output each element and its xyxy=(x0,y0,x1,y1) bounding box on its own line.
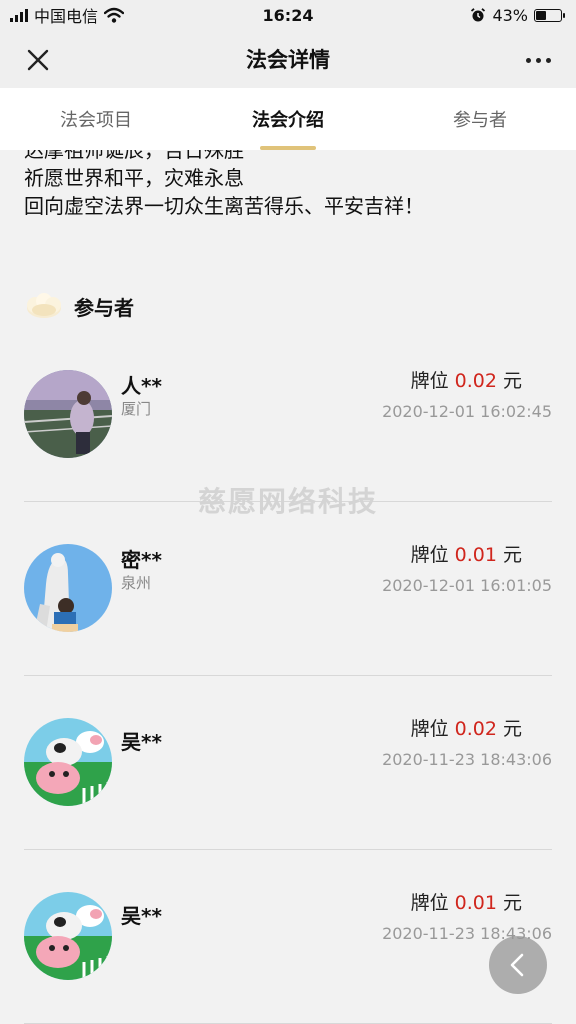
status-bar: 中国电信 16:24 43% xyxy=(0,0,576,30)
participant-time: 2020-12-01 16:01:05 xyxy=(382,576,552,595)
close-icon xyxy=(27,49,49,71)
tab-participants[interactable]: 参与者 xyxy=(384,88,576,150)
avatar xyxy=(24,718,112,806)
intro-text: 达摩祖师诞辰，吉日殊胜 祈愿世界和平，灾难永息 回向虚空法界一切众生离苦得乐、平… xyxy=(24,150,424,220)
participant-city: 厦门 xyxy=(121,400,152,418)
price-amount: 0.02 xyxy=(454,370,497,392)
price-amount: 0.01 xyxy=(454,892,497,914)
participant-name: 密** xyxy=(121,548,162,572)
avatar xyxy=(24,544,112,632)
tab-items[interactable]: 法会项目 xyxy=(0,88,192,150)
nav-bar: 法会详情 xyxy=(0,30,576,88)
content-area[interactable]: 达摩祖师诞辰，吉日殊胜 祈愿世界和平，灾难永息 回向虚空法界一切众生离苦得乐、平… xyxy=(0,150,576,1024)
avatar xyxy=(24,370,112,458)
status-left: 中国电信 xyxy=(0,3,125,27)
wifi-icon xyxy=(104,7,125,23)
participant-name: 吴** xyxy=(121,730,162,754)
signal-icon xyxy=(10,8,28,22)
tab-bar: 法会项目 法会介绍 参与者 xyxy=(0,88,576,150)
price-unit: 元 xyxy=(502,718,522,740)
battery-icon xyxy=(534,8,565,22)
tab-active-indicator xyxy=(260,146,316,150)
tab-intro[interactable]: 法会介绍 xyxy=(192,88,384,150)
price-unit: 元 xyxy=(502,892,522,914)
float-back-button[interactable] xyxy=(489,936,547,994)
participant-time: 2020-12-01 16:02:45 xyxy=(382,402,552,421)
section-title: 参与者 xyxy=(74,295,134,320)
price-amount: 0.01 xyxy=(454,544,497,566)
price-label: 牌位 xyxy=(410,718,449,740)
tab-label: 法会项目 xyxy=(60,110,132,131)
status-right: 43% xyxy=(470,6,576,25)
lotus-icon xyxy=(27,293,61,318)
participant-price: 牌位 0.02 元 xyxy=(411,714,522,741)
intro-line: 祈愿世界和平，灾难永息 xyxy=(24,166,244,190)
price-label: 牌位 xyxy=(410,370,449,392)
more-button[interactable] xyxy=(520,44,556,76)
participant-price: 牌位 0.01 元 xyxy=(411,540,522,567)
price-amount: 0.02 xyxy=(454,718,497,740)
price-label: 牌位 xyxy=(410,892,449,914)
more-icon-dot xyxy=(535,57,541,63)
participant-name: 吴** xyxy=(121,904,162,928)
carrier-label: 中国电信 xyxy=(34,7,99,26)
close-button[interactable] xyxy=(22,44,54,76)
participant-price: 牌位 0.02 元 xyxy=(411,366,522,393)
tab-label: 法会介绍 xyxy=(252,110,324,131)
chevron-left-icon xyxy=(510,953,524,977)
price-label: 牌位 xyxy=(410,544,449,566)
page-title: 法会详情 xyxy=(246,48,330,72)
price-unit: 元 xyxy=(502,370,522,392)
avatar xyxy=(24,892,112,980)
participant-name: 人** xyxy=(121,374,162,398)
battery-level xyxy=(536,10,546,20)
participant-time: 2020-11-23 18:43:06 xyxy=(382,750,552,769)
participant-price: 牌位 0.01 元 xyxy=(411,888,522,915)
participant-city: 泉州 xyxy=(121,574,152,592)
more-icon-dot xyxy=(545,57,551,63)
more-icon-dot xyxy=(525,57,531,63)
participant-row[interactable]: 人** 厦门 牌位 0.02 元 2020-12-01 16:02:45 xyxy=(24,328,552,502)
tab-label: 参与者 xyxy=(453,110,507,131)
intro-line: 达摩祖师诞辰，吉日殊胜 xyxy=(24,150,244,162)
price-unit: 元 xyxy=(502,544,522,566)
participants-header: 参与者 xyxy=(24,290,134,322)
participant-row[interactable]: 吴** 牌位 0.02 元 2020-11-23 18:43:06 xyxy=(24,676,552,850)
intro-line: 回向虚空法界一切众生离苦得乐、平安吉祥！ xyxy=(24,194,424,218)
participant-row[interactable]: 吴** 牌位 0.01 元 2020-11-23 18:43:06 xyxy=(24,850,552,1024)
battery-percent: 43% xyxy=(492,5,528,25)
alarm-icon xyxy=(471,8,486,22)
participant-row[interactable]: 密** 泉州 牌位 0.01 元 2020-12-01 16:01:05 xyxy=(24,502,552,676)
